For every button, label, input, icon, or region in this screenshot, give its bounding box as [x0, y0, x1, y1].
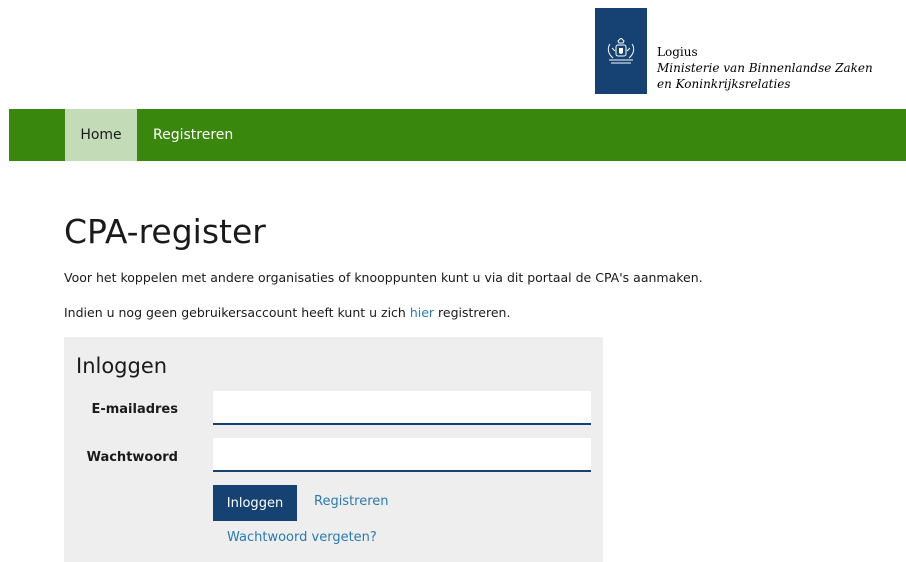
register-here-link[interactable]: hier [410, 305, 434, 320]
logo-org-name: Logius [657, 45, 698, 59]
logo-ministry-name: Ministerie van Binnenlandse Zaken en Kon… [657, 61, 873, 91]
login-heading: Inloggen [76, 354, 168, 378]
main-navigation: Home Registreren [9, 109, 906, 161]
password-label: Wachtwoord [86, 450, 178, 465]
register-hint-before: Indien u nog geen gebruikersaccount heef… [64, 305, 410, 320]
password-input[interactable] [213, 438, 591, 472]
register-hint-text: Indien u nog geen gebruikersaccount heef… [64, 305, 510, 321]
email-label: E-mailadres [91, 402, 178, 417]
login-panel: Inloggen E-mailadres Wachtwoord Inloggen… [64, 337, 603, 562]
logo-text: Logius Ministerie van Binnenlandse Zaken… [657, 44, 877, 92]
dutch-coat-of-arms-icon [595, 8, 647, 94]
email-input[interactable] [213, 391, 591, 425]
register-hint-after: registreren. [434, 305, 511, 320]
nav-item-registreren[interactable]: Registreren [145, 109, 241, 161]
forgot-password-link[interactable]: Wachtwoord vergeten? [227, 530, 377, 546]
page-title: CPA-register [64, 212, 266, 251]
intro-text: Voor het koppelen met andere organisatie… [64, 270, 703, 285]
login-button[interactable]: Inloggen [213, 485, 297, 521]
register-link[interactable]: Registreren [314, 494, 389, 510]
nav-item-home[interactable]: Home [65, 109, 137, 161]
logo[interactable]: Logius Ministerie van Binnenlandse Zaken… [595, 8, 877, 94]
